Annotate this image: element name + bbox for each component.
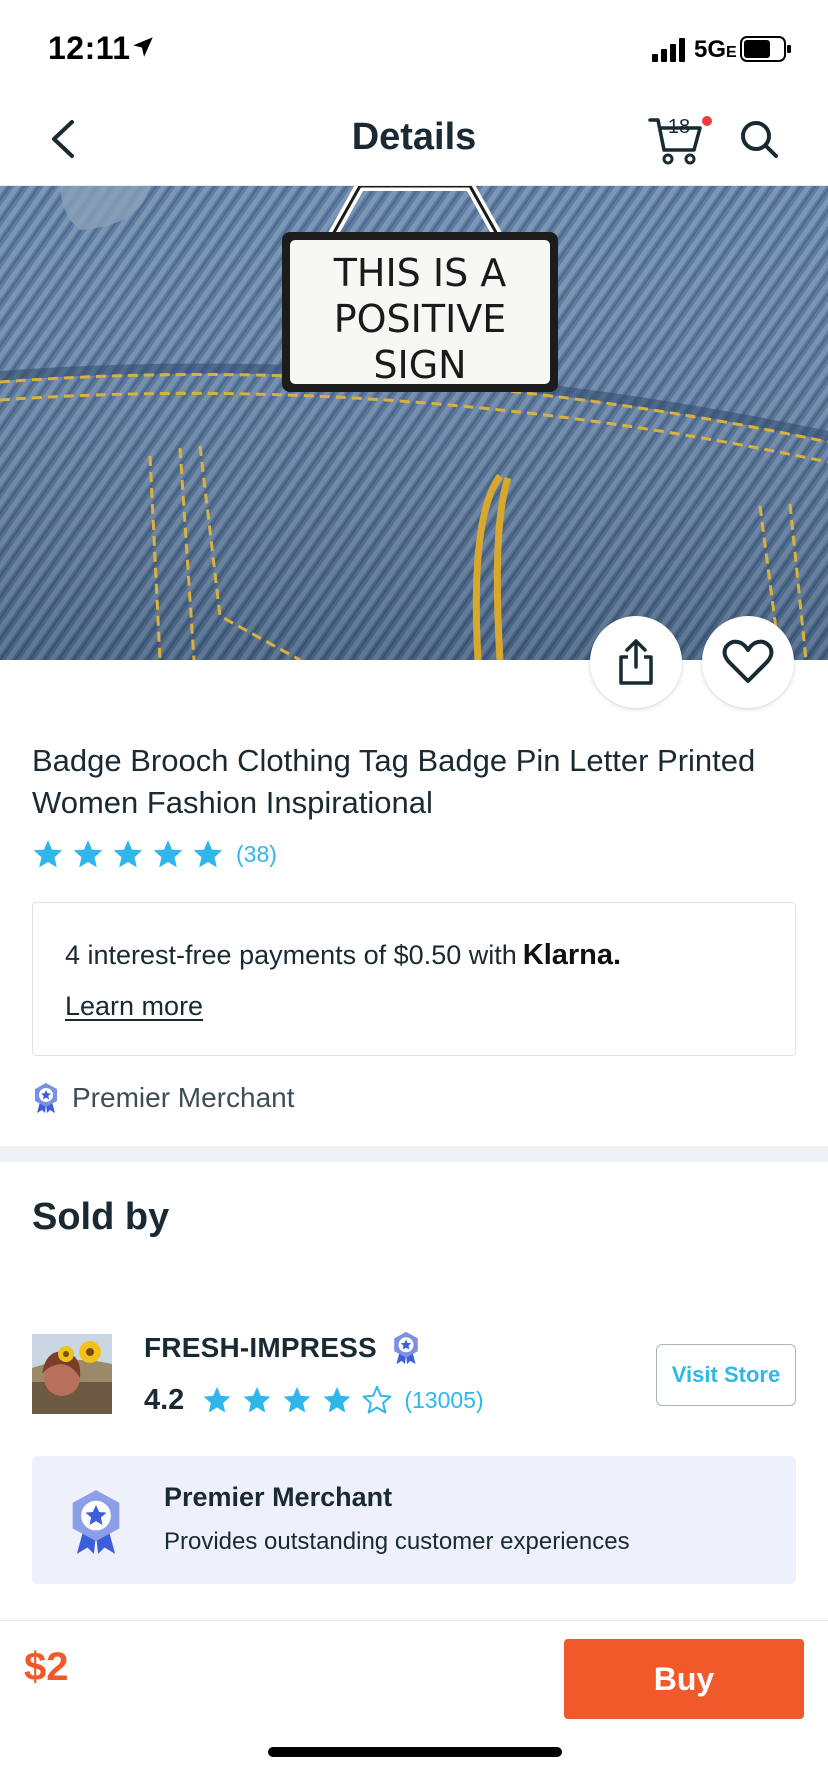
star-icon	[243, 1386, 271, 1413]
premier-merchant-card: Premier Merchant Provides outstanding cu…	[32, 1456, 796, 1584]
premier-card-description: Provides outstanding customer experience…	[164, 1528, 630, 1555]
review-count: (38)	[236, 840, 277, 867]
status-bar: 12:11 5GE	[0, 0, 828, 92]
network-label: 5GE	[694, 36, 737, 63]
store-rating: 4.2 (13005)	[144, 1380, 484, 1420]
status-time: 12:11	[48, 30, 131, 66]
sign-line-3: SIGN	[373, 343, 466, 387]
star-icon	[113, 840, 143, 868]
price: $2	[24, 1645, 69, 1689]
premier-badge-icon	[35, 1083, 57, 1113]
signal-icon	[652, 38, 685, 62]
star-icon	[193, 840, 223, 868]
cart-count-badge: 18	[667, 116, 691, 138]
store-score: 4.2	[144, 1383, 185, 1416]
premier-badge-icon	[72, 1490, 120, 1554]
share-button[interactable]	[590, 616, 682, 708]
search-icon[interactable]	[738, 118, 780, 160]
sign-line-1: THIS IS A	[333, 251, 507, 295]
klarna-text: 4 interest-free payments of $0.50 with Kl…	[65, 939, 622, 971]
star-icon	[153, 840, 183, 868]
product-image[interactable]: THIS IS A POSITIVE SIGN	[0, 186, 828, 660]
home-indicator[interactable]	[268, 1747, 562, 1757]
star-icon	[203, 1386, 231, 1413]
battery-icon	[740, 36, 791, 62]
section-divider	[0, 1146, 828, 1162]
store-name-row[interactable]: FRESH-IMPRESS	[144, 1326, 421, 1370]
star-outline-icon	[362, 1385, 392, 1414]
star-icon	[283, 1386, 311, 1413]
product-title: Badge Brooch Clothing Tag Badge Pin Lett…	[32, 743, 756, 820]
premier-merchant-label: Premier Merchant	[72, 1082, 295, 1113]
sold-by-heading: Sold by	[32, 1196, 170, 1238]
share-icon	[619, 639, 653, 685]
nav-bar: Details 18	[0, 92, 828, 186]
cart-notification-dot	[702, 116, 712, 126]
visit-store-button[interactable]: Visit Store	[656, 1344, 796, 1406]
buy-button[interactable]: Buy	[564, 1639, 804, 1719]
sign-line-2: POSITIVE	[334, 297, 507, 341]
premier-card-title: Premier Merchant	[164, 1482, 393, 1512]
wishlist-button[interactable]	[702, 616, 794, 708]
klarna-payment-box: 4 interest-free payments of $0.50 with Kl…	[32, 902, 796, 1056]
learn-more-link[interactable]: Learn more	[65, 991, 203, 1022]
bottom-purchase-bar: $2 Buy	[0, 1620, 828, 1792]
product-rating[interactable]: (38)	[32, 836, 277, 872]
location-arrow-icon	[133, 37, 153, 57]
klarna-logo: Klarna.	[522, 939, 622, 971]
heart-icon	[722, 639, 774, 683]
star-icon	[73, 840, 103, 868]
store-avatar[interactable]	[32, 1334, 112, 1414]
premier-merchant-tag: Premier Merchant	[32, 1080, 295, 1116]
store-review-count: (13005)	[404, 1386, 484, 1413]
premier-badge-icon	[394, 1331, 418, 1365]
store-name[interactable]: FRESH-IMPRESS	[144, 1332, 377, 1364]
star-icon	[33, 840, 63, 868]
star-icon	[323, 1386, 351, 1413]
